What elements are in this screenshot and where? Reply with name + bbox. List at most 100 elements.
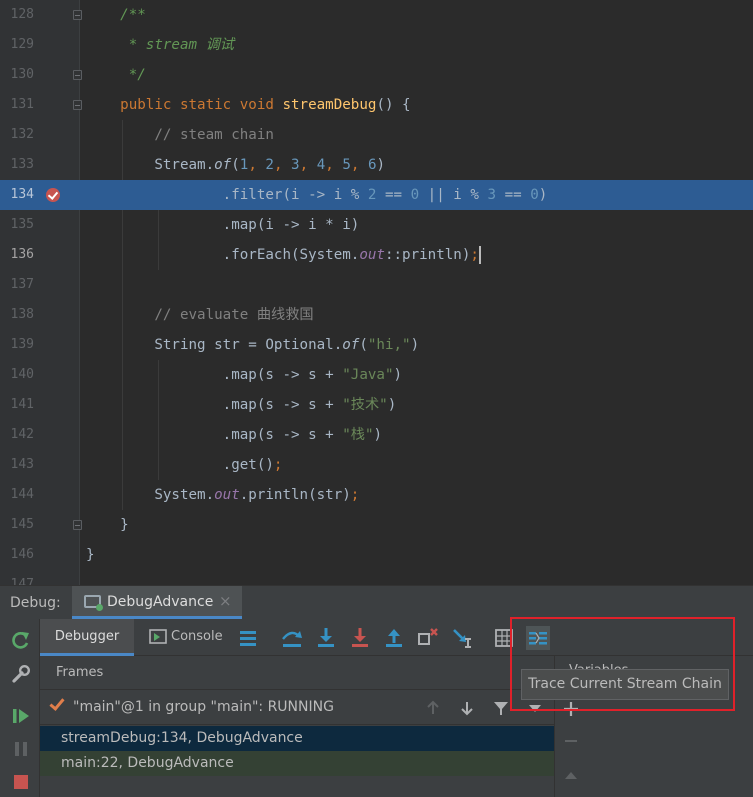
code-token: // steam chain (154, 127, 274, 143)
step-into-icon[interactable] (314, 626, 338, 650)
code-line[interactable]: 133 Stream.of(1, 2, 3, 4, 5, 6) (0, 150, 753, 180)
code-token: "Java" (342, 367, 394, 383)
code-line[interactable]: 139 String str = Optional.of("hi,") (0, 330, 753, 360)
debug-session-name: DebugAdvance (107, 594, 214, 610)
breakpoint-icon[interactable] (46, 188, 60, 202)
code-token: } (86, 547, 95, 563)
code-token: || i % (419, 187, 488, 203)
settings-wrench-icon[interactable] (10, 663, 32, 685)
code-line[interactable]: 142 .map(s -> s + "栈") (0, 420, 753, 450)
execution-line[interactable]: 134 .filter(i -> i % 2 == 0 || i % 3 == … (0, 180, 753, 210)
resume-icon[interactable] (10, 705, 32, 727)
code-line[interactable]: 130 */ (0, 60, 753, 90)
code-token: .map(s -> s + (86, 397, 343, 413)
code-token: } (86, 517, 129, 533)
rerun-icon[interactable] (10, 630, 32, 652)
up-arrow-icon[interactable] (424, 699, 442, 717)
tab-debugger[interactable]: Debugger (40, 619, 134, 656)
line-number: 136 (10, 247, 34, 262)
frame-item[interactable]: streamDebug:134, DebugAdvance (40, 726, 554, 751)
line-number: 142 (10, 427, 34, 442)
code-line[interactable]: 129 * stream 调试 (0, 30, 753, 60)
line-number: 130 (10, 67, 34, 82)
fold-marker-icon[interactable] (73, 520, 82, 530)
fold-marker-icon[interactable] (73, 100, 82, 110)
code-token: String str = Optional. (86, 337, 343, 353)
check-icon (49, 695, 65, 711)
code-lines: 128 /** 129 * stream 调试 130 */131 public s… (0, 0, 753, 585)
code-token: ) (393, 367, 403, 383)
code-token: "栈" (342, 427, 374, 443)
code-token: 6 (367, 157, 377, 173)
code-token: ) (387, 397, 397, 413)
debug-header: Debug: DebugAdvance × (0, 586, 753, 619)
code-token: ; (273, 457, 283, 473)
code-token: () { (376, 97, 411, 113)
step-out-icon[interactable] (382, 626, 406, 650)
code-token: , (248, 157, 266, 173)
run-to-cursor-icon[interactable] (450, 626, 474, 650)
line-number: 139 (10, 337, 34, 352)
collapse-up-icon[interactable] (562, 766, 580, 784)
code-token: public static void (120, 97, 283, 113)
frame-item[interactable]: main:22, DebugAdvance (40, 751, 554, 776)
line-number: 134 (10, 187, 34, 202)
code-token: /** (120, 7, 146, 23)
down-arrow-icon[interactable] (458, 699, 476, 717)
layout-icon[interactable] (236, 626, 260, 650)
close-icon[interactable]: × (219, 592, 232, 610)
code-line[interactable]: 140 .map(s -> s + "Java") (0, 360, 753, 390)
code-token: 0 (410, 187, 420, 203)
code-line[interactable]: 136 .forEach(System.out::println); (0, 240, 753, 270)
force-step-into-icon[interactable] (348, 626, 372, 650)
step-over-icon[interactable] (280, 626, 304, 650)
tooltip: Trace Current Stream Chain (521, 669, 729, 700)
stop-icon[interactable] (10, 771, 32, 793)
console-icon (149, 629, 167, 644)
code-token: "技术" (342, 397, 388, 413)
code-token: out (359, 247, 385, 263)
drop-frame-icon[interactable] (416, 626, 440, 650)
code-text: .filter(i -> i % 2 == 0 || i % 3 == 0) (86, 180, 548, 210)
pause-icon[interactable] (10, 738, 32, 760)
code-token: 3 (291, 157, 300, 173)
code-line[interactable]: 132 // steam chain (0, 120, 753, 150)
code-line[interactable]: 138 // evaluate 曲线救国 (0, 300, 753, 330)
code-token: .get() (86, 457, 274, 473)
code-token: System. (86, 487, 215, 503)
code-token: ) (373, 427, 383, 443)
code-line[interactable]: 141 .map(s -> s + "技术") (0, 390, 753, 420)
code-text: } (86, 540, 95, 570)
tab-console[interactable]: Console (144, 619, 230, 656)
thread-selector[interactable]: "main"@1 in group "main": RUNNING (40, 689, 554, 725)
code-text: /** (86, 0, 146, 30)
code-line[interactable]: 147 (0, 570, 753, 585)
code-text: .map(i -> i * i) (86, 210, 360, 240)
code-line[interactable]: 128 /** (0, 0, 753, 30)
code-text: String str = Optional.of("hi,") (86, 330, 419, 360)
code-line[interactable]: 144 System.out.println(str); (0, 480, 753, 510)
fold-marker-icon[interactable] (73, 70, 82, 80)
debug-session-tab[interactable]: DebugAdvance × (72, 586, 242, 619)
fold-marker-icon[interactable] (73, 10, 82, 20)
code-line[interactable]: 131 public static void streamDebug() { (0, 90, 753, 120)
code-token: Stream. (86, 157, 215, 173)
code-token: .map(s -> s + (86, 427, 343, 443)
code-token: .filter(i -> i % (86, 187, 368, 203)
code-token: 2 (265, 157, 274, 173)
code-line[interactable]: 146} (0, 540, 753, 570)
code-line[interactable]: 145 } (0, 510, 753, 540)
code-editor[interactable]: 128 /** 129 * stream 调试 130 */131 public s… (0, 0, 753, 585)
line-number: 132 (10, 127, 34, 142)
filter-icon[interactable] (492, 699, 510, 717)
minus-icon[interactable] (562, 732, 580, 750)
code-text: System.out.println(str); (86, 480, 359, 510)
code-line[interactable]: 135 .map(i -> i * i) (0, 210, 753, 240)
line-number: 133 (10, 157, 34, 172)
code-line[interactable]: 137 (0, 270, 753, 300)
code-token: 0 (530, 187, 539, 203)
code-token: */ (128, 67, 146, 83)
code-line[interactable]: 143 .get(); (0, 450, 753, 480)
code-token: , (299, 157, 317, 173)
